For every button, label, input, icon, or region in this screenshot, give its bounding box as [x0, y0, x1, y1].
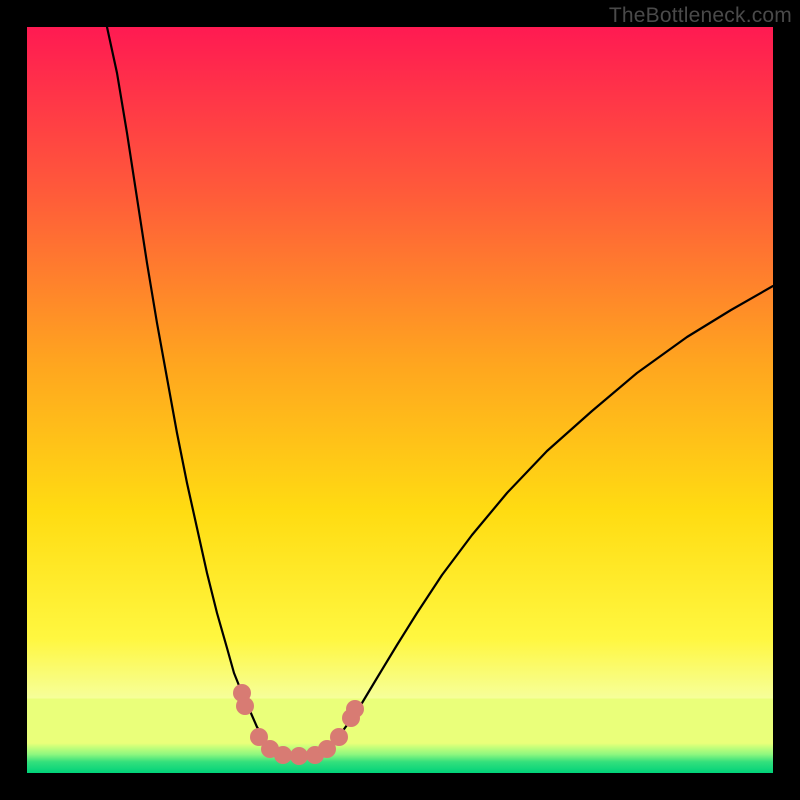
curve-marker — [346, 700, 364, 718]
curve-marker — [236, 697, 254, 715]
curve-marker — [330, 728, 348, 746]
curve-path — [107, 27, 773, 756]
plot-area — [27, 27, 773, 773]
bottleneck-curve — [107, 27, 773, 756]
chart-svg — [27, 27, 773, 773]
marker-group — [233, 684, 364, 765]
curve-marker — [274, 746, 292, 764]
attribution-watermark: TheBottleneck.com — [609, 4, 792, 28]
chart-frame: TheBottleneck.com — [0, 0, 800, 800]
curve-marker — [290, 747, 308, 765]
